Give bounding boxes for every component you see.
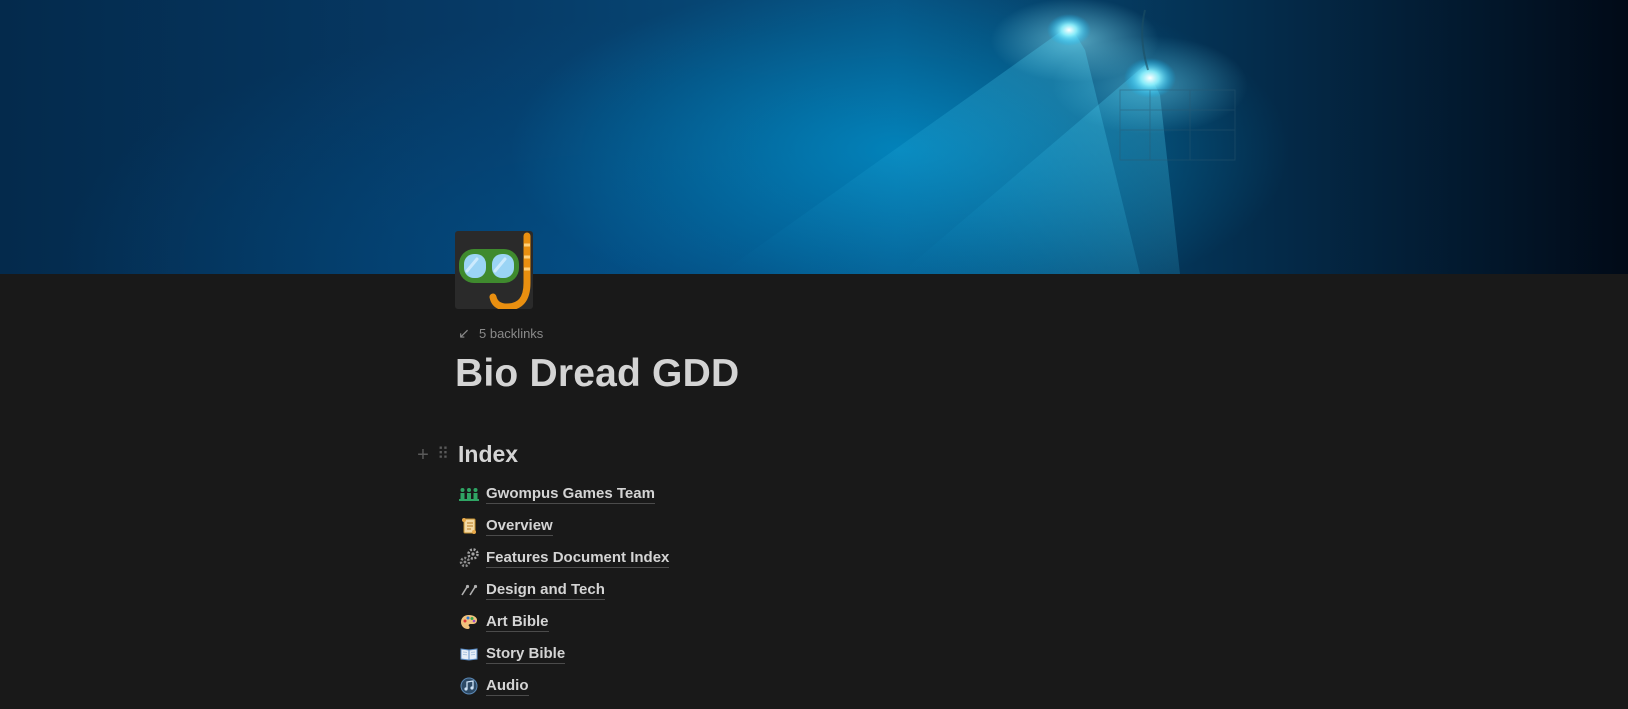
page-link-label: Art Bible [486,613,549,632]
page-link-label: Overview [486,517,553,536]
tools-icon [459,580,479,600]
page-link-features-document-index[interactable]: Features Document Index [459,542,670,574]
page-link-label: Audio [486,677,529,696]
backlink-arrow-icon: ↙ [458,324,470,341]
index-link-list: Gwompus Games Team Overview Features Doc… [459,478,670,702]
drag-handle-icon[interactable]: ⠿ [437,444,449,466]
page-link-art-bible[interactable]: Art Bible [459,606,669,638]
index-heading[interactable]: Index [458,441,518,468]
open-book-icon [459,644,479,664]
page-link-overview[interactable]: Overview [459,510,669,542]
page-link-label: Features Document Index [486,549,670,568]
notion-page: ↙ 5 backlinks Bio Dread GDD + ⠿ Index Gw… [0,0,1628,709]
add-block-icon[interactable]: + [414,444,432,466]
palette-icon [459,612,479,632]
page-link-gwompus-games-team[interactable]: Gwompus Games Team [459,478,669,510]
cover-lights-graphic [720,9,1236,274]
page-title[interactable]: Bio Dread GDD [455,352,739,396]
scroll-icon [459,516,479,536]
snorkel-mask-icon [459,232,531,309]
page-icon[interactable] [455,231,533,309]
team-people-icon [459,484,479,504]
page-link-label: Story Bible [486,645,566,664]
gears-icon [459,548,479,568]
page-link-design-and-tech[interactable]: Design and Tech [459,574,669,606]
music-note-icon [459,676,479,696]
page-link-story-bible[interactable]: Story Bible [459,638,669,670]
page-link-audio[interactable]: Audio [459,670,669,702]
cover-image[interactable] [0,0,1628,274]
backlinks-button[interactable]: ↙ 5 backlinks [457,323,543,343]
page-link-label: Gwompus Games Team [486,485,655,504]
backlinks-label: 5 backlinks [479,325,544,341]
page-link-label: Design and Tech [486,581,605,600]
